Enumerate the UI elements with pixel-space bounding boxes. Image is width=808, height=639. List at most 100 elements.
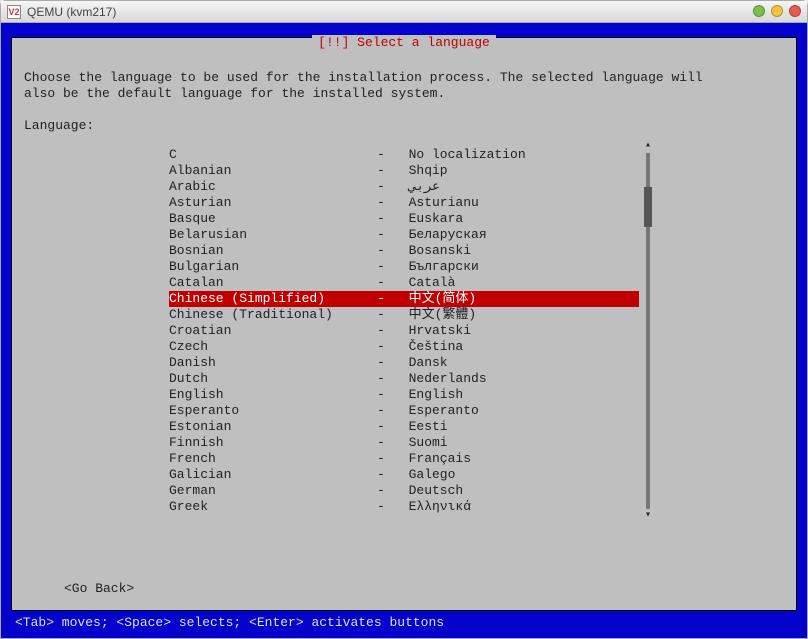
app-icon: V2: [7, 5, 21, 19]
language-native: Nederlands: [393, 371, 487, 387]
language-native: Eesti: [393, 419, 448, 435]
language-item[interactable]: Croatian - Hrvatski: [169, 323, 639, 339]
language-native: Български: [393, 259, 479, 275]
language-name: Croatian: [169, 323, 369, 339]
separator: -: [369, 307, 393, 323]
separator: -: [369, 227, 393, 243]
scrollbar[interactable]: ▴ ▾: [643, 147, 653, 515]
separator: -: [369, 339, 393, 355]
language-native: Беларуская: [393, 227, 487, 243]
scroll-up-icon[interactable]: ▴: [643, 141, 653, 151]
language-name: English: [169, 387, 369, 403]
separator: -: [369, 483, 393, 499]
titlebar[interactable]: V2 QEMU (kvm217): [1, 1, 807, 23]
language-native: English: [393, 387, 463, 403]
language-list[interactable]: ▴ ▾ C - No localizationAlbanian - ShqipA…: [169, 147, 639, 515]
separator: -: [369, 323, 393, 339]
scroll-down-icon[interactable]: ▾: [643, 511, 653, 521]
separator: -: [369, 435, 393, 451]
dialog-description: Choose the language to be used for the i…: [24, 70, 784, 102]
separator: -: [369, 195, 393, 211]
separator: -: [369, 355, 393, 371]
language-item[interactable]: Dutch - Nederlands: [169, 371, 639, 387]
zoom-button[interactable]: [753, 5, 765, 17]
language-native: Ελληνικά: [393, 499, 471, 515]
scroll-thumb[interactable]: [644, 187, 652, 227]
dialog-title: [!!] Select a language: [12, 36, 796, 50]
language-item[interactable]: Basque - Euskara: [169, 211, 639, 227]
language-native: Suomi: [393, 435, 448, 451]
separator: -: [369, 371, 393, 387]
language-native: Asturianu: [393, 195, 479, 211]
language-native: Hrvatski: [393, 323, 471, 339]
language-name: French: [169, 451, 369, 467]
language-name: Bosnian: [169, 243, 369, 259]
language-item[interactable]: German - Deutsch: [169, 483, 639, 499]
field-label: Language:: [24, 118, 784, 133]
window-title: QEMU (kvm217): [27, 5, 116, 19]
separator: -: [369, 179, 393, 195]
language-name: Albanian: [169, 163, 369, 179]
language-name: Galician: [169, 467, 369, 483]
language-native: عربي: [393, 179, 440, 195]
separator: -: [369, 243, 393, 259]
language-item[interactable]: Greek - Ελληνικά: [169, 499, 639, 515]
language-native: Català: [393, 275, 455, 291]
language-name: Arabic: [169, 179, 369, 195]
language-item[interactable]: Finnish - Suomi: [169, 435, 639, 451]
language-name: Catalan: [169, 275, 369, 291]
language-native: No localization: [393, 147, 526, 163]
language-item[interactable]: Chinese (Simplified) - 中文(简体): [169, 291, 639, 307]
window-controls: [753, 5, 801, 17]
language-native: Dansk: [393, 355, 448, 371]
separator: -: [369, 467, 393, 483]
separator: -: [369, 211, 393, 227]
language-item[interactable]: Albanian - Shqip: [169, 163, 639, 179]
language-item[interactable]: Asturian - Asturianu: [169, 195, 639, 211]
language-item[interactable]: Arabic - عربي: [169, 179, 639, 195]
close-button[interactable]: [789, 5, 801, 17]
language-item[interactable]: Czech - Čeština: [169, 339, 639, 355]
language-native: Deutsch: [393, 483, 463, 499]
language-item[interactable]: Bosnian - Bosanski: [169, 243, 639, 259]
separator: -: [369, 499, 393, 515]
language-name: Bulgarian: [169, 259, 369, 275]
language-native: Čeština: [393, 339, 463, 355]
language-native: Français: [393, 451, 471, 467]
language-item[interactable]: Belarusian - Беларуская: [169, 227, 639, 243]
language-item[interactable]: Danish - Dansk: [169, 355, 639, 371]
language-name: Estonian: [169, 419, 369, 435]
language-name: Czech: [169, 339, 369, 355]
language-native: Bosanski: [393, 243, 471, 259]
language-name: Danish: [169, 355, 369, 371]
go-back-button[interactable]: <Go Back>: [64, 581, 134, 596]
separator: -: [369, 403, 393, 419]
language-item[interactable]: Chinese (Traditional) - 中文(繁體): [169, 307, 639, 323]
language-item[interactable]: C - No localization: [169, 147, 639, 163]
separator: -: [369, 451, 393, 467]
installer-dialog: [!!] Select a language Choose the langua…: [11, 37, 797, 611]
language-item[interactable]: Catalan - Català: [169, 275, 639, 291]
language-name: Dutch: [169, 371, 369, 387]
language-item[interactable]: English - English: [169, 387, 639, 403]
language-native: Euskara: [393, 211, 463, 227]
language-native: Esperanto: [393, 403, 479, 419]
separator: -: [369, 163, 393, 179]
language-name: Chinese (Traditional): [169, 307, 369, 323]
separator: -: [369, 291, 393, 307]
language-name: Esperanto: [169, 403, 369, 419]
window: V2 QEMU (kvm217) [!!] Select a language …: [0, 0, 808, 639]
language-item[interactable]: Bulgarian - Български: [169, 259, 639, 275]
language-name: Greek: [169, 499, 369, 515]
language-item[interactable]: Estonian - Eesti: [169, 419, 639, 435]
language-item[interactable]: Esperanto - Esperanto: [169, 403, 639, 419]
language-native: Shqip: [393, 163, 448, 179]
language-native: 中文(简体): [393, 291, 476, 307]
language-name: Finnish: [169, 435, 369, 451]
minimize-button[interactable]: [771, 5, 783, 17]
language-item[interactable]: French - Français: [169, 451, 639, 467]
language-item[interactable]: Galician - Galego: [169, 467, 639, 483]
language-name: Asturian: [169, 195, 369, 211]
vm-screen: [!!] Select a language Choose the langua…: [1, 23, 807, 638]
language-name: C: [169, 147, 369, 163]
